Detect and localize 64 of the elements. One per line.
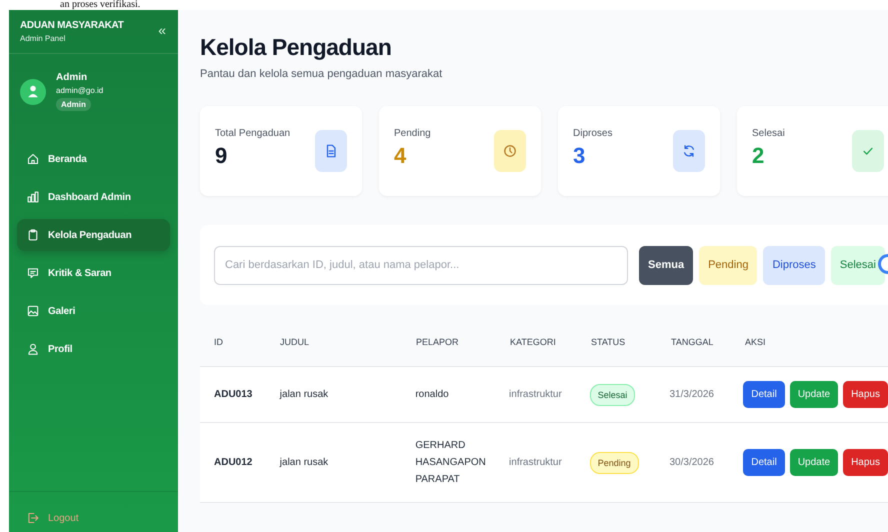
detail-button[interactable]: Detail (743, 449, 785, 476)
document-text: an proses verifikasi. (60, 0, 140, 10)
filter-button[interactable]: Pending (699, 246, 758, 284)
chat-icon (27, 267, 39, 279)
column-header: STATUS (591, 337, 626, 347)
nav-item[interactable]: Beranda (17, 143, 170, 175)
stat-label: Total Pengaduan (215, 128, 290, 139)
nav-item[interactable]: Dashboard Admin (17, 181, 170, 213)
nav-item[interactable]: Kritik & Saran (17, 257, 170, 289)
page-title: Kelola Pengaduan (200, 33, 392, 62)
filter-button[interactable]: Selesai (830, 246, 885, 284)
column-header: JUDUL (280, 337, 310, 347)
user-name: Admin (56, 72, 88, 83)
user-email: admin@go.id (56, 86, 104, 95)
column-header: TANGGAL (671, 337, 714, 347)
stat-label: Diproses (573, 128, 612, 139)
table-cell-text: ronaldo (415, 388, 450, 402)
home-icon (27, 153, 39, 165)
filter-button[interactable]: Diproses (763, 246, 825, 284)
image-icon (27, 305, 39, 317)
table-cell-text: jalan rusak (280, 456, 330, 470)
detail-button[interactable]: Detail (743, 381, 785, 408)
update-button[interactable]: Update (790, 381, 838, 408)
hapus-button[interactable]: Hapus (843, 381, 888, 408)
table-cell-text: 31/3/2026 (670, 388, 715, 402)
search-field[interactable]: Cari berdasarkan ID, judul, atau nama pelapor... (214, 246, 628, 284)
table-cell-text: infrastruktur (509, 456, 563, 470)
stat-value: 9 (215, 143, 228, 169)
table-cell-text: 30/3/2026 (670, 456, 715, 470)
column-header: KATEGORI (510, 337, 557, 347)
refresh-icon (682, 144, 696, 158)
stat-value: 2 (752, 143, 766, 169)
stat-label: Pending (394, 128, 431, 139)
stat-value: 4 (394, 143, 408, 169)
stat-label: Selesai (752, 128, 785, 139)
filter-button[interactable]: Semua (639, 246, 694, 284)
chart-icon (27, 191, 39, 203)
hapus-button[interactable]: Hapus (843, 449, 888, 476)
stat-value: 3 (573, 143, 586, 169)
app-title: ADUAN MASYARAKAT (20, 20, 124, 31)
document-icon (324, 144, 338, 158)
update-button[interactable]: Update (790, 449, 838, 476)
logout-icon (27, 512, 39, 524)
avatar-icon (20, 78, 46, 104)
table-cell-text: jalan rusak (280, 388, 330, 402)
app-subtitle: Admin Panel (20, 34, 66, 43)
table-cell-text: GERHARD HASANGAPON PARAPAT (415, 439, 487, 487)
page-subtitle: Pantau dan kelola semua pengaduan masyarakat (200, 68, 444, 80)
clipboard-icon (27, 229, 39, 241)
collapse-button[interactable]: « (158, 24, 166, 36)
status-badge: Selesai (590, 384, 636, 406)
column-header: AKSI (745, 337, 767, 347)
status-badge: Pending (590, 452, 639, 474)
role-badge: Admin (56, 98, 91, 111)
user-icon (27, 343, 39, 355)
table-cell-text: ADU013 (213, 388, 254, 402)
column-header: ID (213, 337, 224, 347)
nav-item[interactable]: Galeri (17, 295, 170, 327)
nav-item[interactable]: Kelola Pengaduan (17, 219, 170, 251)
clock-icon (503, 144, 517, 158)
table-cell-text: ADU012 (213, 456, 254, 470)
table-cell-text: infrastruktur (509, 388, 563, 402)
column-header: PELAPOR (416, 337, 460, 347)
nav-item[interactable]: Profil (17, 333, 170, 365)
